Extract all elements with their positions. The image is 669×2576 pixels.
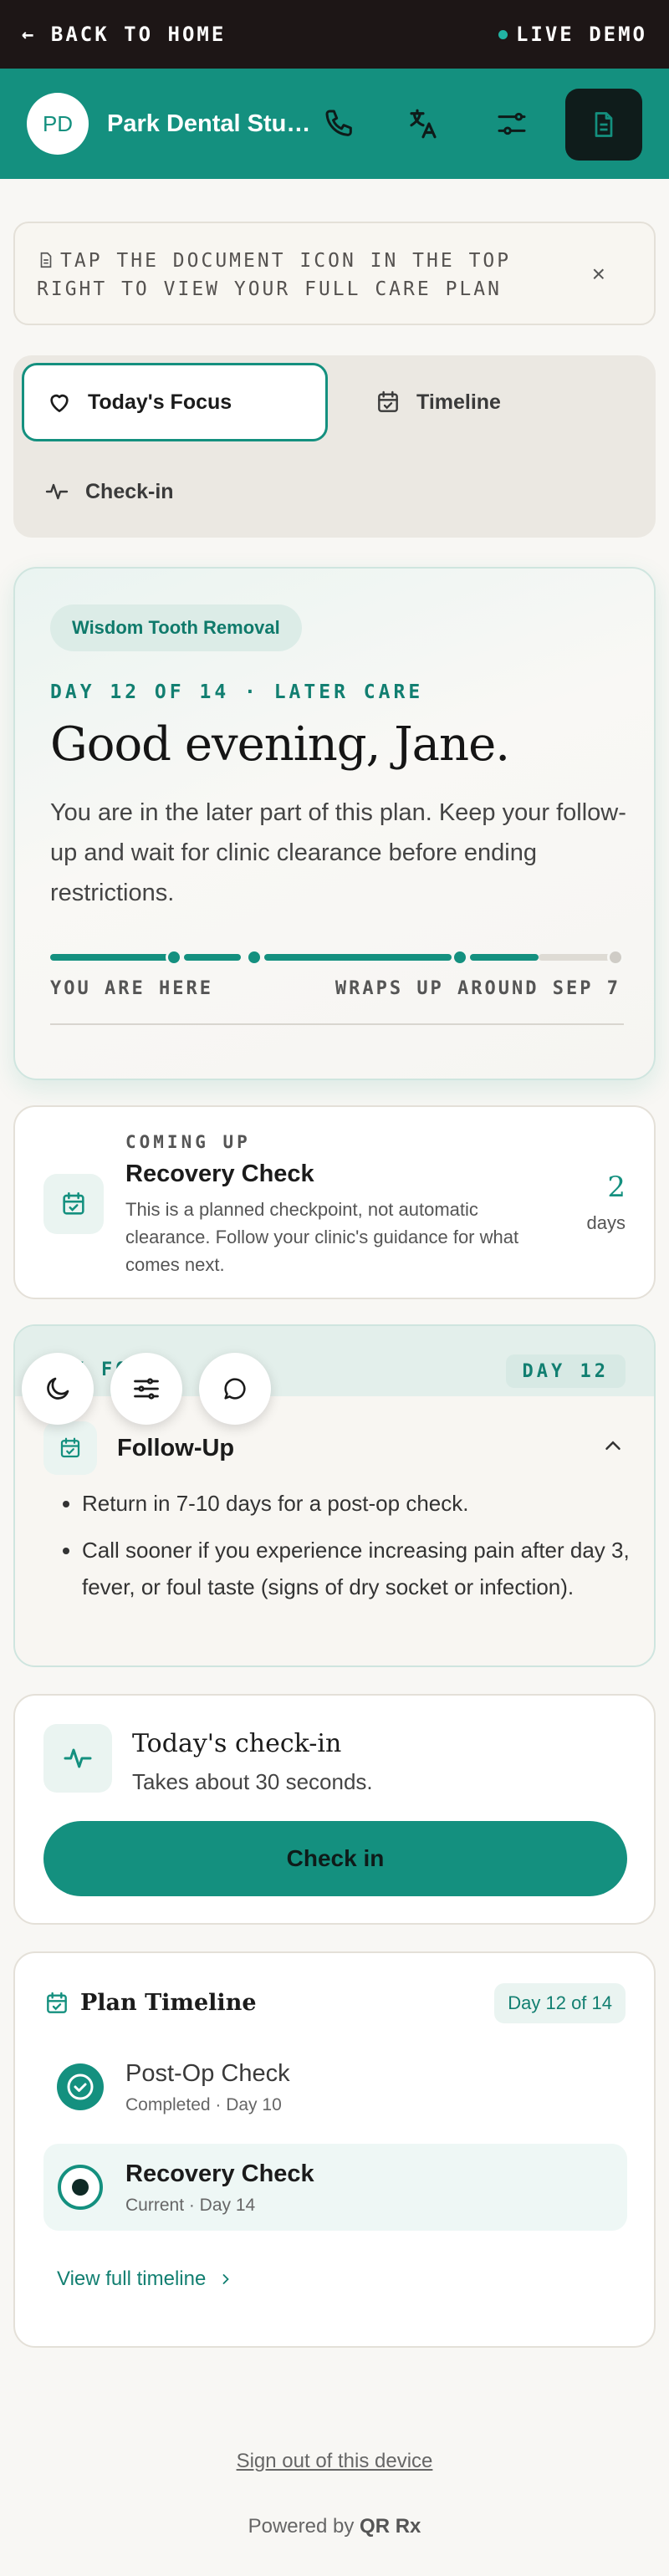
- settings-button[interactable]: [110, 1353, 182, 1425]
- heart-icon: [50, 394, 69, 412]
- check-in-subtitle: Takes about 30 seconds.: [132, 1769, 373, 1794]
- care-plan-hint-banner: TAP THE DOCUMENT ICON IN THE TOP RIGHT T…: [13, 222, 656, 325]
- timeline-title: Plan Timeline: [80, 1990, 257, 2016]
- phone-icon[interactable]: [316, 100, 363, 147]
- progress-segment: [470, 954, 539, 961]
- calendar-icon: [43, 1174, 104, 1234]
- today-hero-card: Wisdom Tooth Removal DAY 12 OF 14 · LATE…: [13, 567, 656, 1080]
- divider: [50, 1023, 624, 1025]
- live-dot-icon: [498, 29, 508, 39]
- powered-by: Powered by QR Rx: [0, 2515, 669, 2538]
- calendar-icon: [378, 390, 398, 412]
- progress-segment: [50, 954, 172, 961]
- procedure-pill: Wisdom Tooth Removal: [50, 604, 302, 651]
- follow-up-title: Follow-Up: [117, 1435, 235, 1461]
- tab-label: Timeline: [416, 390, 501, 414]
- chat-button[interactable]: [199, 1353, 271, 1425]
- list-item: Return in 7-10 days for a post-op check.: [82, 1485, 631, 1522]
- chevron-up-icon[interactable]: [600, 1433, 626, 1458]
- check-circle-icon: [57, 2063, 104, 2110]
- timeline-day-badge: Day 12 of 14: [494, 1983, 626, 2023]
- tab-label: Today's Focus: [88, 390, 232, 414]
- clinic-name: Park Dental Studio: [107, 110, 316, 137]
- coming-up-card[interactable]: COMING UP Recovery Check This is a plann…: [13, 1105, 656, 1299]
- progress-segment: [264, 954, 452, 961]
- care-plan-document-button[interactable]: [565, 89, 642, 161]
- milestone-marker: [452, 949, 468, 966]
- tab-label: Check-in: [85, 479, 174, 503]
- timeline-item-meta: Completed · Day 10: [125, 2095, 282, 2114]
- follow-up-list: Return in 7-10 days for a post-op check.…: [62, 1485, 631, 1615]
- timeline-item-name: Post-Op Check: [125, 2060, 290, 2087]
- daily-check-in-card: Today's check-in Takes about 30 seconds.…: [13, 1694, 656, 1925]
- coming-up-kicker: COMING UP: [125, 1132, 251, 1152]
- tab-check-in[interactable]: Check-in: [22, 452, 306, 531]
- wraps-up-label: WRAPS UP AROUND SEP 7: [334, 978, 620, 999]
- dark-mode-button[interactable]: [22, 1353, 94, 1425]
- back-to-home-link[interactable]: ← BACK TO HOME: [22, 23, 226, 46]
- milestone-marker: [246, 949, 263, 966]
- plan-progress-track: [50, 946, 624, 968]
- tab-timeline[interactable]: Timeline: [353, 363, 637, 441]
- calendar-icon: [43, 1990, 70, 2017]
- view-tabs: Today's Focus Timeline Check-in: [13, 355, 656, 538]
- clinic-avatar: PD: [27, 93, 89, 155]
- remaining-segment: [539, 954, 615, 961]
- translate-icon[interactable]: [400, 100, 447, 147]
- live-demo-indicator: LIVE DEMO: [498, 23, 647, 46]
- progress-segment: [184, 954, 241, 961]
- follow-up-card: DAY FOCUS DAY 12 Follow-Up Return in 7-1…: [13, 1324, 656, 1667]
- link-label: View full timeline: [57, 2267, 207, 2290]
- timeline-row-current[interactable]: Recovery Check Current · Day 14: [43, 2144, 627, 2231]
- check-in-button[interactable]: Check in: [43, 1821, 627, 1896]
- brand-name: QR Rx: [360, 2515, 421, 2538]
- demo-bar: ← BACK TO HOME LIVE DEMO: [0, 0, 669, 69]
- timeline-item-meta: Current · Day 14: [125, 2196, 256, 2215]
- powered-prefix: Powered by: [248, 2515, 355, 2538]
- timeline-row[interactable]: Post-Op Check Completed · Day 10: [43, 2043, 627, 2130]
- day-progress-label: DAY 12 OF 14 · LATER CARE: [50, 681, 424, 703]
- current-step-icon: [57, 2164, 104, 2211]
- you-are-here-label: YOU ARE HERE: [50, 978, 213, 999]
- milestone-marker: [166, 949, 182, 966]
- plan-timeline-card: Plan Timeline Day 12 of 14 Post-Op Check…: [13, 1951, 656, 2348]
- list-item: Call sooner if you experience increasing…: [82, 1532, 631, 1605]
- check-in-title: Today's check-in: [132, 1729, 342, 1758]
- live-demo-label: LIVE DEMO: [515, 23, 647, 46]
- chevron-right-icon: [222, 2274, 230, 2284]
- end-marker: [607, 949, 624, 966]
- view-full-timeline-link[interactable]: View full timeline: [57, 2267, 234, 2291]
- document-icon: [595, 112, 613, 137]
- coming-up-title: Recovery Check: [125, 1160, 314, 1187]
- day-badge: DAY 12: [505, 1354, 626, 1388]
- tab-todays-focus[interactable]: Today's Focus: [22, 363, 328, 441]
- close-icon[interactable]: ×: [592, 261, 605, 288]
- days-unit: days: [586, 1212, 626, 1233]
- moon-icon: [47, 1377, 69, 1400]
- hint-text: TAP THE DOCUMENT ICON IN THE TOP RIGHT T…: [37, 250, 512, 300]
- pulse-icon: [43, 1724, 112, 1793]
- document-icon: [37, 251, 55, 269]
- coming-up-description: This is a planned checkpoint, not automa…: [125, 1199, 519, 1275]
- hero-message: You are in the later part of this plan. …: [50, 799, 626, 906]
- timeline-item-name: Recovery Check: [125, 2160, 314, 2187]
- sliders-icon[interactable]: [488, 100, 535, 147]
- sliders-icon: [134, 1378, 159, 1400]
- days-until-count: 2: [607, 1171, 626, 1204]
- sign-out-link[interactable]: Sign out of this device: [0, 2450, 669, 2473]
- calendar-icon: [43, 1421, 97, 1475]
- pulse-icon: [45, 483, 69, 500]
- greeting: Good evening, Jane.: [50, 717, 510, 772]
- chat-icon: [224, 1378, 246, 1400]
- app-header: PD Park Dental Studio: [0, 69, 669, 179]
